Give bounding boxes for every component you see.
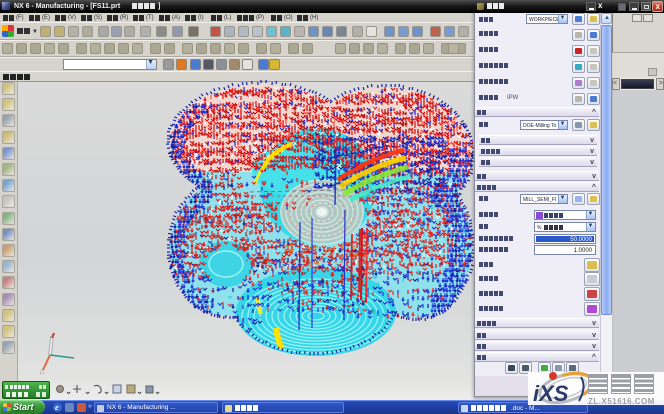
svg-text:iXS: iXS [533, 381, 569, 406]
